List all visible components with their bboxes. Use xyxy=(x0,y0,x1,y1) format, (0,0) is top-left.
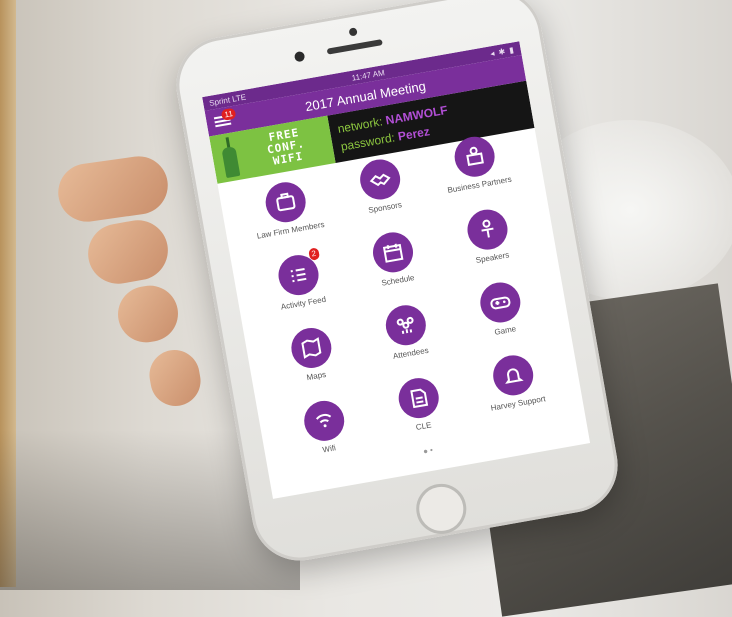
notification-badge: 11 xyxy=(220,107,237,121)
activity-badge: 2 xyxy=(307,247,321,261)
tile-harvey-support[interactable]: Harvey Support xyxy=(460,347,568,417)
tile-wifi[interactable]: Wifi xyxy=(272,392,380,462)
document-icon xyxy=(395,374,442,422)
tile-schedule[interactable]: Schedule xyxy=(340,224,448,294)
tile-activity-feed[interactable]: 2 Activity Feed xyxy=(246,247,354,317)
password-value: Perez xyxy=(396,124,431,144)
list-icon: 2 xyxy=(275,247,322,299)
proximity-sensor xyxy=(293,50,306,63)
phone-screen: Sprint LTE 11:47 AM ◂ ✱ ▮ 11 2017 Annual… xyxy=(202,41,591,499)
tile-sponsors[interactable]: Sponsors xyxy=(327,151,435,221)
feature-grid: Law Firm Members Sponsors Business Partn… xyxy=(217,128,588,489)
home-button[interactable] xyxy=(412,479,471,538)
wifi-icon xyxy=(301,397,348,445)
tile-game[interactable]: Game xyxy=(448,274,556,344)
tile-speakers[interactable]: Speakers xyxy=(435,201,543,271)
tile-cle[interactable]: CLE xyxy=(366,370,474,440)
handshake-icon xyxy=(356,156,404,203)
tile-attendees[interactable]: Attendees xyxy=(353,297,461,367)
map-icon xyxy=(288,324,335,372)
earpiece-speaker xyxy=(326,39,383,55)
front-camera xyxy=(348,27,358,37)
finger xyxy=(54,152,172,226)
speaker-icon xyxy=(464,206,511,253)
finger xyxy=(113,281,183,347)
tile-law-firm-members[interactable]: Law Firm Members xyxy=(233,174,341,244)
finger xyxy=(145,346,205,410)
tile-maps[interactable]: Maps xyxy=(259,320,367,390)
building-icon xyxy=(451,133,498,180)
finger xyxy=(83,215,173,289)
bell-icon xyxy=(490,352,537,399)
briefcase-icon xyxy=(262,179,309,226)
people-icon xyxy=(382,302,430,349)
gamepad-icon xyxy=(477,279,524,326)
calendar-icon xyxy=(369,229,417,276)
